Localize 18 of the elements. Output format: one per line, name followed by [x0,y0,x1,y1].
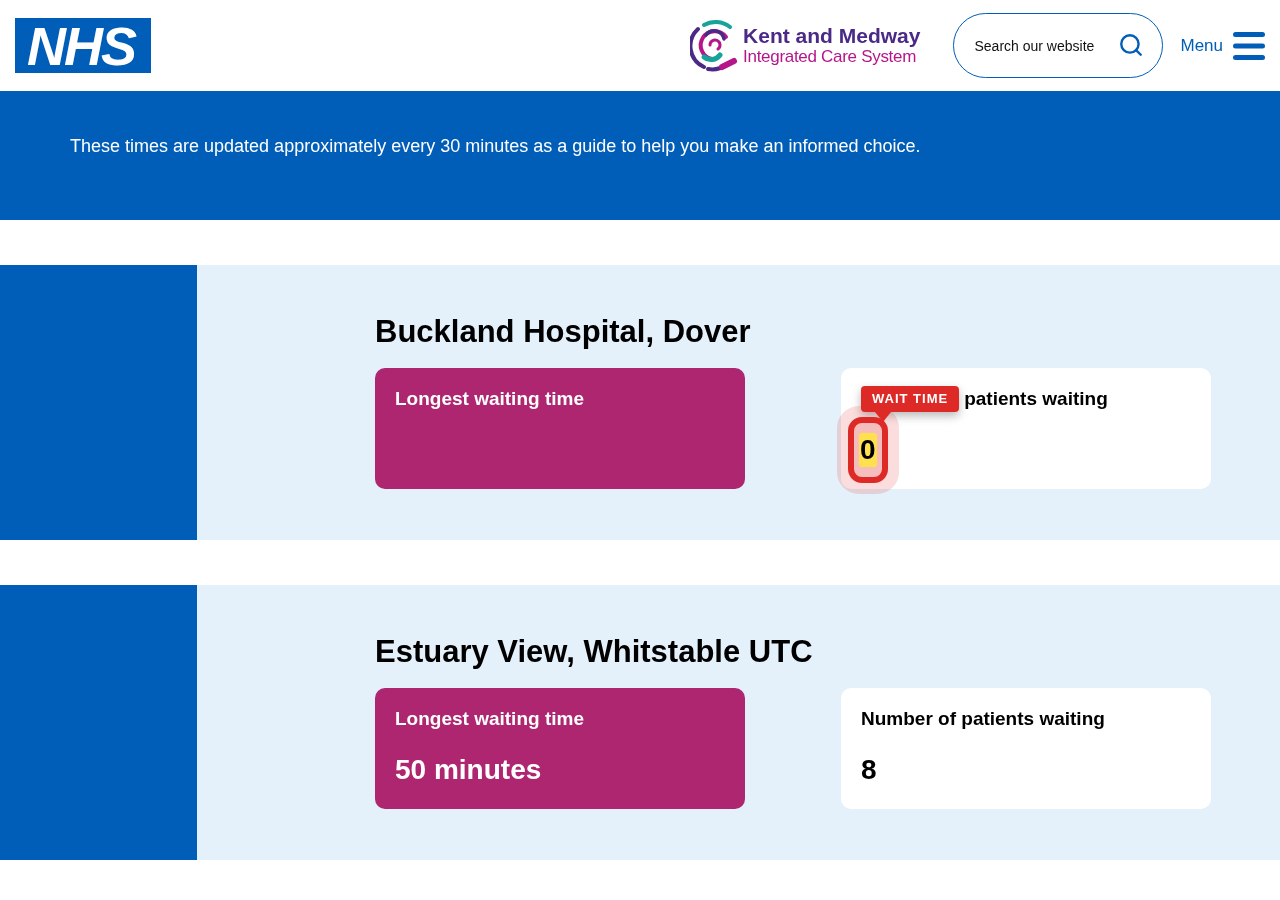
search-icon[interactable] [1118,32,1145,58]
card-value: 8 [861,753,877,787]
nhs-logo[interactable]: NHS [15,18,151,73]
logo-title[interactable]: Kent and Medway [743,24,921,47]
menu-icon [1233,31,1265,60]
menu-button[interactable]: Menu [1180,31,1265,60]
tag-pointer-icon [875,412,891,422]
card-label: Longest waiting time [395,388,584,410]
banner-text: These times are updated approximately every 30 minutes as a guide to help you make an informed choice. [70,135,921,157]
card-value: 50 minutes [395,753,542,787]
hospital-title: Estuary View, Whitstable UTC [375,634,813,670]
logo-subtitle[interactable]: Integrated Care System [743,47,917,67]
card-label: Longest waiting time [395,708,584,730]
hospital-title: Buckland Hospital, Dover [375,314,751,350]
search-field[interactable]: Search our website [953,13,1164,78]
card-value: 0 [859,433,877,467]
card-label: patients waiting [964,388,1108,410]
card-label: Number of patients waiting [861,708,1105,730]
